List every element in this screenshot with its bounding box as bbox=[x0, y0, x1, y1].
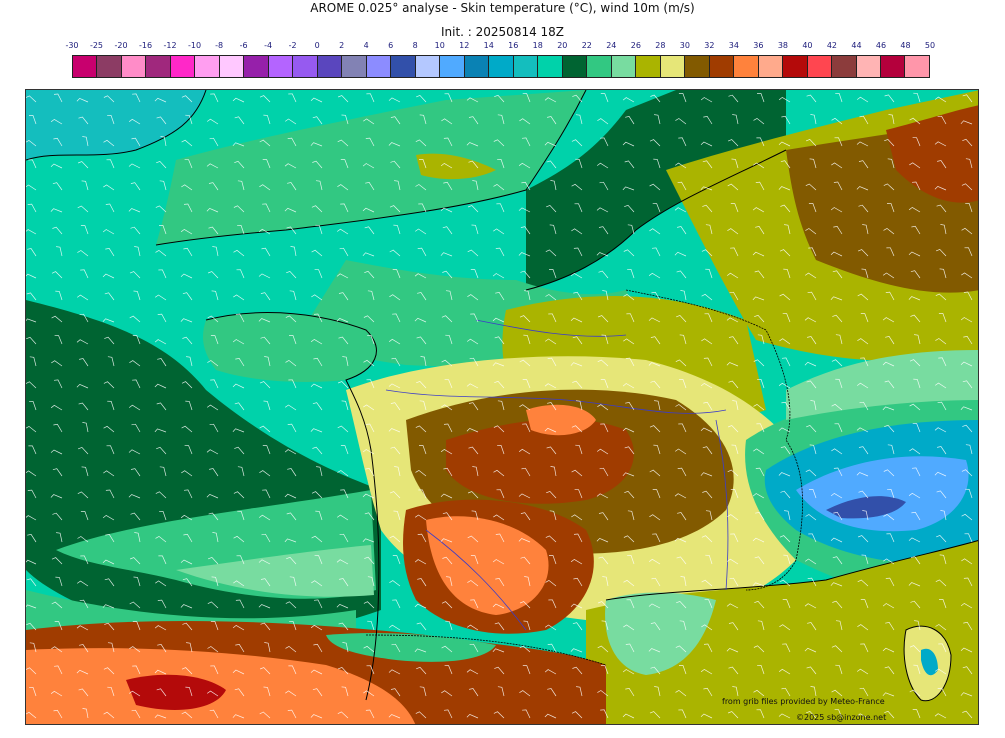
copyright-credit: ©2025 sb@inzone.net bbox=[796, 713, 887, 722]
colorbar-tick-label: -2 bbox=[288, 41, 297, 50]
colorbar-tick-label: 42 bbox=[826, 41, 838, 50]
colorbar-tick-label: 12 bbox=[459, 41, 470, 50]
colorbar-tick-label: -30 bbox=[65, 41, 79, 50]
colorbar-tick-label: -4 bbox=[264, 41, 273, 50]
colorbar-swatch bbox=[170, 56, 196, 77]
colorbar-tick-label: 32 bbox=[704, 41, 715, 50]
colorbar-tick-label: 30 bbox=[679, 41, 690, 50]
colorbar-swatch bbox=[244, 56, 269, 77]
colorbar-swatch bbox=[293, 56, 318, 77]
colorbar-tick-label: 6 bbox=[388, 41, 394, 50]
colorbar-tick-label: 20 bbox=[557, 41, 568, 50]
temperature-map bbox=[25, 89, 979, 725]
colorbar-tick-label: -12 bbox=[163, 41, 177, 50]
temperature-colorbar bbox=[72, 55, 930, 78]
colorbar-tick-label: 24 bbox=[606, 41, 617, 50]
colorbar-tick-label: 14 bbox=[483, 41, 494, 50]
colorbar-tick-label: 46 bbox=[875, 41, 887, 50]
colorbar-swatch bbox=[709, 56, 735, 77]
colorbar-swatch bbox=[97, 56, 122, 77]
colorbar-tick-label: 2 bbox=[339, 41, 345, 50]
colorbar-swatch bbox=[440, 56, 465, 77]
data-source-credit: from grib files provided by Meteo-France bbox=[722, 697, 885, 706]
colorbar-swatch bbox=[219, 56, 245, 77]
colorbar-swatch bbox=[905, 56, 929, 77]
colorbar-swatch bbox=[562, 56, 588, 77]
colorbar-swatch bbox=[636, 56, 661, 77]
colorbar-swatch bbox=[758, 56, 784, 77]
colorbar-swatch bbox=[415, 56, 441, 77]
colorbar-tick-label: 22 bbox=[581, 41, 592, 50]
colorbar-swatch bbox=[121, 56, 147, 77]
colorbar-swatch bbox=[513, 56, 539, 77]
colorbar-swatch bbox=[685, 56, 710, 77]
colorbar-tick-label: 18 bbox=[532, 41, 543, 50]
colorbar-tick-label: 34 bbox=[728, 41, 739, 50]
colorbar-swatch bbox=[489, 56, 514, 77]
colorbar-swatch bbox=[73, 56, 98, 77]
map-title: AROME 0.025° analyse - Skin temperature … bbox=[310, 1, 695, 15]
colorbar-tick-label: -8 bbox=[215, 41, 224, 50]
colorbar-swatch bbox=[366, 56, 392, 77]
colorbar-tick-label: 8 bbox=[412, 41, 418, 50]
colorbar-tick-label: 44 bbox=[851, 41, 862, 50]
colorbar-swatch bbox=[611, 56, 637, 77]
colorbar-swatch bbox=[146, 56, 171, 77]
colorbar-swatch bbox=[856, 56, 881, 77]
colorbar-swatch bbox=[807, 56, 833, 77]
colorbar-swatch bbox=[880, 56, 906, 77]
colorbar-tick-label: 26 bbox=[630, 41, 641, 50]
colorbar-swatch bbox=[538, 56, 563, 77]
colorbar-tick-label: -16 bbox=[138, 41, 153, 50]
colorbar-swatch bbox=[660, 56, 686, 77]
colorbar-tick-labels: -30 -25 -20 -16 -12 -10 -8 -6 -4 -2 0 2 4 6 8 10 12 14 16 1… bbox=[0, 41, 1005, 53]
colorbar-tick-label: 4 bbox=[363, 41, 369, 50]
colorbar-swatch bbox=[783, 56, 808, 77]
colorbar-swatch bbox=[268, 56, 294, 77]
colorbar-tick-label: -25 bbox=[89, 41, 104, 50]
colorbar-tick-label: -6 bbox=[239, 41, 248, 50]
colorbar-tick-label: -10 bbox=[188, 41, 202, 50]
colorbar-tick-label: 28 bbox=[655, 41, 666, 50]
colorbar-tick-label: -20 bbox=[114, 41, 128, 50]
colorbar-swatch bbox=[317, 56, 343, 77]
colorbar-tick-label: 36 bbox=[753, 41, 764, 50]
init-time: Init. : 20250814 18Z bbox=[440, 25, 565, 39]
colorbar-tick-label: 38 bbox=[777, 41, 788, 50]
colorbar-tick-label: 0 bbox=[314, 41, 320, 50]
colorbar-tick-label: 16 bbox=[508, 41, 519, 50]
colorbar-swatch bbox=[587, 56, 612, 77]
colorbar-tick-label: 40 bbox=[802, 41, 813, 50]
colorbar-swatch bbox=[342, 56, 367, 77]
colorbar-swatch bbox=[195, 56, 220, 77]
colorbar-tick-label: 50 bbox=[924, 41, 936, 50]
colorbar-swatch bbox=[832, 56, 857, 77]
colorbar-tick-label: 48 bbox=[900, 41, 911, 50]
colorbar-tick-label: 10 bbox=[434, 41, 445, 50]
colorbar-swatch bbox=[734, 56, 759, 77]
colorbar-swatch bbox=[391, 56, 416, 77]
colorbar-swatch bbox=[464, 56, 490, 77]
